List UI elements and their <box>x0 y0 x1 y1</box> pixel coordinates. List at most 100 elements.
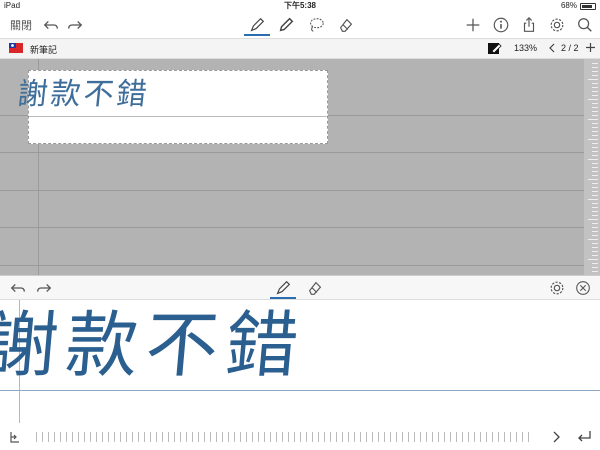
pencil-icon <box>279 17 294 32</box>
ruler-tick <box>592 83 598 84</box>
chevron-right-icon[interactable] <box>551 431 561 443</box>
pen-tool-button[interactable] <box>244 14 270 36</box>
ruler-tick <box>592 135 598 136</box>
ruler-tick <box>592 167 598 168</box>
lasso-icon <box>310 18 324 32</box>
space-icon[interactable] <box>8 429 22 445</box>
ruler-tick <box>588 179 598 180</box>
ruler-tick <box>588 239 598 240</box>
ruler-tick <box>588 219 598 220</box>
ruler-tick <box>592 263 598 264</box>
ruler-tick <box>592 147 598 148</box>
box-ruled-line <box>29 116 327 117</box>
ruler-tick <box>592 195 598 196</box>
ruled-line <box>0 227 585 228</box>
zoom-level[interactable]: 133% <box>514 43 537 53</box>
gear-icon <box>550 18 564 32</box>
highlighter-icon[interactable] <box>487 41 502 56</box>
status-time: 下午5:38 <box>283 1 316 10</box>
pen-icon <box>276 280 291 295</box>
eraser-tool-button[interactable] <box>334 14 358 36</box>
panel-pen-button[interactable] <box>270 277 296 299</box>
undo-button[interactable] <box>40 14 62 36</box>
ruler-tick <box>592 215 598 216</box>
selected-tool-indicator <box>244 34 270 36</box>
share-button[interactable] <box>518 14 540 36</box>
ruler-tick <box>592 251 598 252</box>
battery-indicator: 68% <box>561 0 596 12</box>
ruler-tick <box>592 63 598 64</box>
panel-redo-button[interactable] <box>34 277 54 299</box>
settings-button[interactable] <box>546 14 568 36</box>
plus-icon[interactable] <box>585 42 596 53</box>
ruler-tick <box>588 139 598 140</box>
page-indicator: 2 / 2 <box>561 43 579 53</box>
ruler-tick <box>588 79 598 80</box>
ruled-line <box>0 190 585 191</box>
ruler-tick <box>592 243 598 244</box>
ruler-tick <box>592 231 598 232</box>
ruler-tick <box>592 223 598 224</box>
gear-icon <box>550 281 564 295</box>
ruler-tick <box>592 211 598 212</box>
ruler-tick <box>592 111 598 112</box>
ruler-tick <box>592 235 598 236</box>
ruler-tick <box>592 75 598 76</box>
notebook-canvas[interactable]: 謝款不錯 <box>0 59 600 275</box>
lasso-tool-button[interactable] <box>304 14 328 36</box>
redo-icon <box>68 20 83 30</box>
search-icon <box>578 18 592 32</box>
plus-icon <box>466 18 480 32</box>
selected-tool-indicator <box>270 297 296 299</box>
ruler-tick <box>592 71 598 72</box>
notebook-title[interactable]: 新筆記 <box>30 43 57 56</box>
panel-close-button[interactable] <box>572 277 594 299</box>
panel-settings-button[interactable] <box>546 277 568 299</box>
return-icon[interactable] <box>576 429 592 443</box>
ruler-tick <box>592 127 598 128</box>
panel-undo-button[interactable] <box>8 277 28 299</box>
ruler-tick <box>592 143 598 144</box>
redo-icon <box>37 283 52 293</box>
chevron-left-icon[interactable] <box>548 43 557 53</box>
ruler-tick <box>588 199 598 200</box>
ruler-tick <box>592 115 598 116</box>
ruler-tick <box>588 119 598 120</box>
ruler-tick <box>588 159 598 160</box>
add-button[interactable] <box>462 14 484 36</box>
info-icon <box>493 17 509 33</box>
ruler-tick <box>592 175 598 176</box>
search-button[interactable] <box>574 14 596 36</box>
ruler-tick <box>592 187 598 188</box>
handwritten-text-preview: 謝款不錯 <box>15 77 152 112</box>
ruler-tick <box>592 95 598 96</box>
panel-eraser-button[interactable] <box>304 277 326 299</box>
info-button[interactable] <box>490 14 512 36</box>
ruler-tick <box>592 227 598 228</box>
pencil-tool-button[interactable] <box>274 14 298 36</box>
scroll-track[interactable] <box>36 432 530 442</box>
ruler-tick <box>592 171 598 172</box>
share-icon <box>523 16 535 32</box>
scroll-ruler[interactable] <box>584 59 600 275</box>
ruled-line <box>0 265 585 266</box>
ruler-tick <box>592 191 598 192</box>
ruler-tick <box>592 255 598 256</box>
redo-button[interactable] <box>64 14 86 36</box>
close-label: 關閉 <box>10 20 32 32</box>
ruler-tick <box>592 151 598 152</box>
close-button[interactable]: 關閉 <box>8 14 34 36</box>
close-circle-icon <box>576 281 590 295</box>
handwritten-ink: 謝款不錯 <box>0 303 310 387</box>
pen-icon <box>250 17 265 32</box>
undo-icon <box>10 283 25 293</box>
ruler-tick <box>592 271 598 272</box>
ruler-tick <box>592 67 598 68</box>
eraser-icon <box>339 18 353 32</box>
notebook-bar: 新筆記 133% 2 / 2 <box>0 38 600 59</box>
ruler-tick <box>592 247 598 248</box>
flag-icon <box>9 43 23 53</box>
ruler-tick <box>592 87 598 88</box>
input-panel-toolbar <box>0 275 600 300</box>
handwriting-input-area[interactable]: 謝款不錯 <box>0 300 600 423</box>
